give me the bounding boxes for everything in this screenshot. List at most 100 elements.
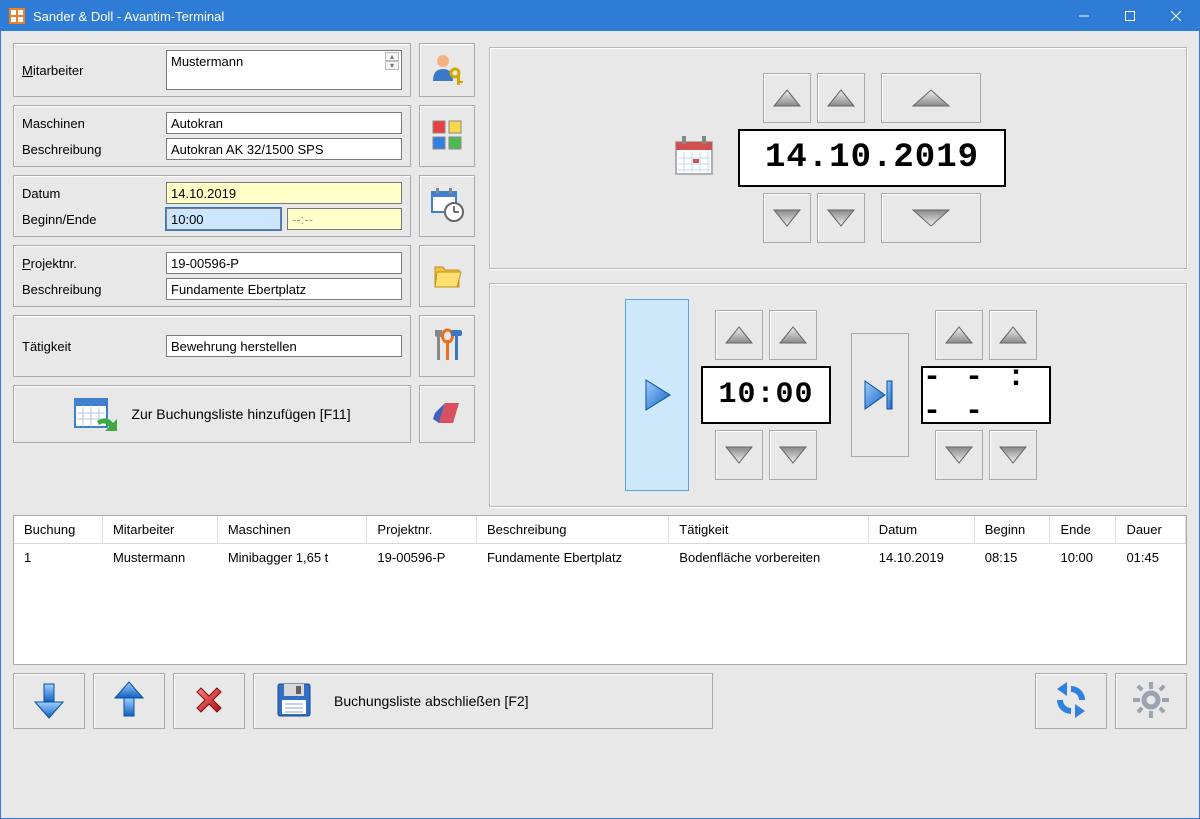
date-month-up-button[interactable] — [817, 73, 865, 123]
table-row[interactable]: 1MustermannMinibagger 1,65 t19-00596-PFu… — [14, 544, 1186, 572]
table-cell: 08:15 — [974, 544, 1050, 572]
finish-list-button[interactable]: Buchungsliste abschließen [F2] — [253, 673, 713, 729]
project-number-label: Projektnr. — [22, 256, 160, 271]
table-header[interactable]: Dauer — [1116, 516, 1186, 544]
window-title: Sander & Doll - Avantim-Terminal — [33, 9, 1061, 24]
end-hour-up-button[interactable] — [935, 310, 983, 360]
table-header[interactable]: Beginn — [974, 516, 1050, 544]
refresh-icon — [1051, 680, 1091, 723]
add-to-list-button[interactable]: Zur Buchungsliste hinzufügen [F11] — [13, 385, 411, 443]
date-day-up-button[interactable] — [763, 73, 811, 123]
table-cell: 1 — [14, 544, 102, 572]
end-time-display: - - : - - — [921, 366, 1051, 424]
table-cell: 19-00596-P — [367, 544, 477, 572]
move-down-button[interactable] — [13, 673, 85, 729]
settings-button[interactable] — [1115, 673, 1187, 729]
maximize-button[interactable] — [1107, 1, 1153, 31]
date-label: Datum — [22, 186, 160, 201]
activity-label: Tätigkeit — [22, 339, 160, 354]
titlebar: Sander & Doll - Avantim-Terminal — [1, 1, 1199, 31]
end-min-down-button[interactable] — [989, 430, 1037, 480]
refresh-button[interactable] — [1035, 673, 1107, 729]
arrow-up-icon — [111, 680, 147, 723]
end-input[interactable]: --:-- — [287, 208, 402, 230]
table-cell: Fundamente Ebertplatz — [476, 544, 668, 572]
table-header[interactable]: Maschinen — [217, 516, 367, 544]
booking-table[interactable]: BuchungMitarbeiterMaschinenProjektnr.Bes… — [13, 515, 1187, 665]
project-picker-button[interactable] — [419, 245, 475, 307]
table-cell: Minibagger 1,65 t — [217, 544, 367, 572]
save-disk-icon — [274, 680, 314, 723]
date-year-up-button[interactable] — [881, 73, 981, 123]
machine-input[interactable]: Autokran — [166, 112, 402, 134]
table-header[interactable]: Tätigkeit — [669, 516, 868, 544]
table-header[interactable]: Buchung — [14, 516, 102, 544]
start-hour-up-button[interactable] — [715, 310, 763, 360]
begin-input[interactable]: 10:00 — [166, 208, 281, 230]
end-hour-down-button[interactable] — [935, 430, 983, 480]
minimize-button[interactable] — [1061, 1, 1107, 31]
employee-panel: Mitarbeiter Mustermann ▴▾ — [13, 43, 411, 97]
start-hour-down-button[interactable] — [715, 430, 763, 480]
table-header[interactable]: Projektnr. — [367, 516, 477, 544]
start-min-down-button[interactable] — [769, 430, 817, 480]
table-header[interactable]: Ende — [1050, 516, 1116, 544]
table-header[interactable]: Beschreibung — [476, 516, 668, 544]
project-number-input[interactable]: 19-00596-P — [166, 252, 402, 274]
color-grid-icon — [431, 119, 463, 154]
machine-label: Maschinen — [22, 116, 160, 131]
table-cell: 01:45 — [1116, 544, 1186, 572]
table-header[interactable]: Datum — [868, 516, 974, 544]
start-time-button[interactable] — [625, 299, 689, 491]
date-month-down-button[interactable] — [817, 193, 865, 243]
user-key-icon — [429, 51, 465, 90]
erase-button[interactable] — [419, 385, 475, 443]
date-input[interactable]: 14.10.2019 — [166, 182, 402, 204]
machine-descr-input[interactable]: Autokran AK 32/1500 SPS — [166, 138, 402, 160]
eraser-icon — [429, 397, 465, 432]
table-cell: Mustermann — [102, 544, 217, 572]
employee-login-button[interactable] — [419, 43, 475, 97]
combo-spinner[interactable]: ▴▾ — [385, 52, 399, 70]
datetime-picker-button[interactable] — [419, 175, 475, 237]
start-min-up-button[interactable] — [769, 310, 817, 360]
project-descr-input[interactable]: Fundamente Ebertplatz — [166, 278, 402, 300]
date-year-down-button[interactable] — [881, 193, 981, 243]
employee-label: Mitarbeiter — [22, 63, 160, 78]
move-up-button[interactable] — [93, 673, 165, 729]
app-window: Sander & Doll - Avantim-Terminal Mitarbe… — [0, 0, 1200, 819]
datetime-panel: Datum 14.10.2019 Beginn/Ende 10:00 --:-- — [13, 175, 411, 237]
machine-panel: Maschinen Autokran Beschreibung Autokran… — [13, 105, 411, 167]
calendar-clock-icon — [428, 186, 466, 227]
activity-picker-button[interactable] — [419, 315, 475, 377]
start-time-display: 10:00 — [701, 366, 831, 424]
gear-icon — [1131, 680, 1171, 723]
table-cell: 10:00 — [1050, 544, 1116, 572]
project-descr-label: Beschreibung — [22, 282, 160, 297]
activity-input[interactable]: Bewehrung herstellen — [166, 335, 402, 357]
arrow-down-icon — [31, 680, 67, 723]
activity-panel: Tätigkeit Bewehrung herstellen — [13, 315, 411, 377]
tools-icon — [429, 326, 465, 367]
employee-value: Mustermann — [171, 54, 243, 69]
time-control-group: 10:00 — [489, 283, 1187, 507]
add-to-list-label: Zur Buchungsliste hinzufügen [F11] — [131, 406, 350, 422]
calendar-add-icon — [73, 393, 117, 436]
begin-end-label: Beginn/Ende — [22, 212, 160, 227]
table-cell: 14.10.2019 — [868, 544, 974, 572]
end-time-button[interactable] — [851, 333, 909, 457]
close-button[interactable] — [1153, 1, 1199, 31]
employee-combo[interactable]: Mustermann ▴▾ — [166, 50, 402, 90]
delete-button[interactable] — [173, 673, 245, 729]
end-min-up-button[interactable] — [989, 310, 1037, 360]
machine-picker-button[interactable] — [419, 105, 475, 167]
table-cell: Bodenfläche vorbereiten — [669, 544, 868, 572]
machine-descr-label: Beschreibung — [22, 142, 160, 157]
folder-icon — [429, 257, 465, 296]
x-delete-icon — [191, 682, 227, 721]
table-header[interactable]: Mitarbeiter — [102, 516, 217, 544]
date-day-down-button[interactable] — [763, 193, 811, 243]
date-display: 14.10.2019 — [738, 129, 1006, 187]
finish-list-label: Buchungsliste abschließen [F2] — [334, 693, 529, 709]
calendar-icon — [670, 132, 720, 185]
